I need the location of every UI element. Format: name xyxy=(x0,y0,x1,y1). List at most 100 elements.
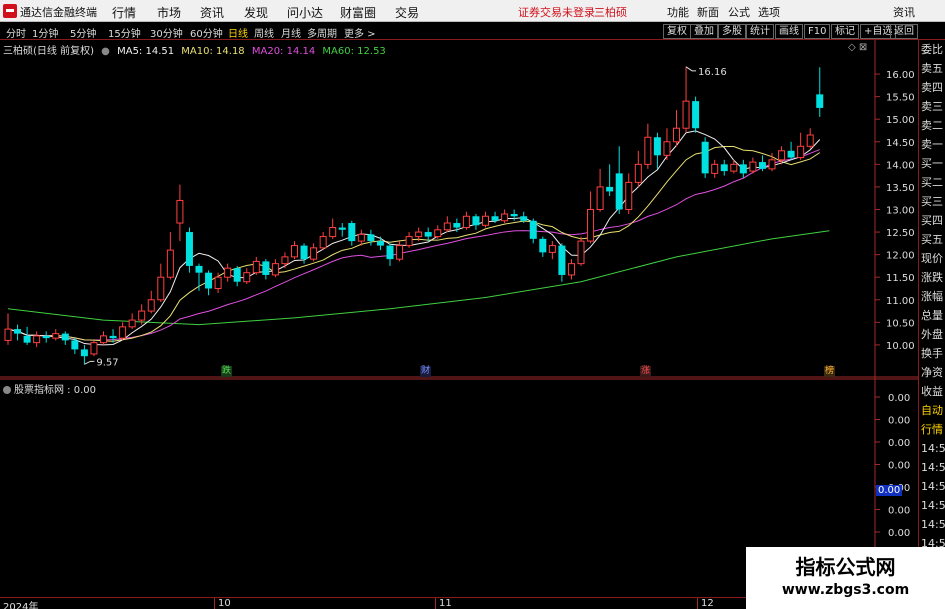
candle-down xyxy=(653,137,661,156)
time-label-2024: 2024年 xyxy=(3,602,39,609)
candle-down xyxy=(109,335,117,339)
candle-up xyxy=(119,326,127,339)
right-panel-item[interactable]: 涨幅 xyxy=(919,287,945,306)
high-price-label: 16.16 xyxy=(698,67,727,78)
right-panel-item[interactable]: 14:5 xyxy=(919,496,945,515)
candle-up xyxy=(396,245,404,260)
time-tick xyxy=(214,598,215,609)
candle-down xyxy=(539,238,547,253)
right-panel-item[interactable]: 涨跌 xyxy=(919,268,945,287)
right-panel-item[interactable]: 收益 xyxy=(919,382,945,401)
sub-tick-label: 0.00 xyxy=(888,528,910,539)
candle-down xyxy=(338,227,346,230)
time-label-11: 11 xyxy=(439,598,452,609)
kline-chart[interactable]: 16.00 15.50 15.00 14.50 14.00 13.50 13.00 12.50… xyxy=(0,0,918,597)
candle-down xyxy=(758,162,766,169)
right-panel-item[interactable]: 总量 xyxy=(919,306,945,325)
price-tick-label: 11.00 xyxy=(886,296,915,307)
right-panel-item[interactable]: 买三 xyxy=(919,192,945,211)
candle-down xyxy=(520,216,528,221)
candle-up xyxy=(501,213,509,222)
candle-up xyxy=(252,260,260,274)
candle-up xyxy=(768,159,776,170)
candle-up xyxy=(147,299,155,312)
candle-down xyxy=(71,340,79,350)
event-badge-die[interactable]: 跌 xyxy=(221,366,233,377)
price-tick-label: 14.50 xyxy=(886,138,915,149)
right-panel-item[interactable]: 换手 xyxy=(919,344,945,363)
event-badge-zhang[interactable]: 涨 xyxy=(640,366,652,377)
right-panel-item[interactable]: 外盘 xyxy=(919,325,945,344)
candle-down xyxy=(701,141,709,174)
right-panel-item[interactable]: 卖二 xyxy=(919,116,945,135)
candle-up xyxy=(806,134,814,147)
sub-indicator-label: 股票指标网 : 0.00 xyxy=(14,385,96,396)
right-panel-item[interactable]: 现价 xyxy=(919,249,945,268)
candle-up xyxy=(243,272,251,283)
indicator-settings-icon[interactable] xyxy=(3,386,11,394)
sub-tick-label: 0.00 xyxy=(888,461,910,472)
candle-down xyxy=(816,94,824,108)
high-pointer xyxy=(685,66,697,72)
price-tick-label: 10.50 xyxy=(886,318,915,329)
candle-up xyxy=(310,247,318,260)
price-tick-label: 10.00 xyxy=(886,341,915,352)
event-badge-bang[interactable]: 榜 xyxy=(824,366,836,377)
candle-up xyxy=(625,181,633,210)
event-badge-cai[interactable]: 财 xyxy=(420,366,432,377)
right-panel-item[interactable]: 买一 xyxy=(919,154,945,173)
right-panel-item[interactable]: 行情 xyxy=(919,420,945,439)
candle-up xyxy=(405,236,413,247)
candle-up xyxy=(281,256,289,265)
ma10-line xyxy=(7,146,821,342)
right-panel-item[interactable]: 卖三 xyxy=(919,97,945,116)
candle-up xyxy=(778,150,786,161)
candle-down xyxy=(529,220,537,239)
right-panel-item[interactable]: 买四 xyxy=(919,211,945,230)
low-price-label: 9.57 xyxy=(96,357,118,368)
candle-down xyxy=(23,335,31,343)
candle-up xyxy=(157,276,165,301)
ma60-line xyxy=(7,230,830,326)
candle-up xyxy=(577,240,585,265)
right-panel-item[interactable]: 净资 xyxy=(919,363,945,382)
candle-down xyxy=(61,333,69,341)
right-panel-item[interactable]: 买五 xyxy=(919,230,945,249)
ma60-line-group xyxy=(7,230,830,326)
right-panel-item[interactable]: 卖一 xyxy=(919,135,945,154)
right-panel-item[interactable]: 买二 xyxy=(919,173,945,192)
candle-up xyxy=(482,215,489,226)
candle-down xyxy=(185,232,193,266)
right-panel-item[interactable]: 14:5 xyxy=(919,458,945,477)
candle-up xyxy=(682,100,690,129)
right-panel-item[interactable]: 卖五 xyxy=(919,59,945,78)
right-panel-item[interactable]: 委比 xyxy=(919,40,945,59)
sub-current-value: 0.00 xyxy=(876,485,903,496)
candle-up xyxy=(443,222,451,231)
candle-up xyxy=(100,335,107,344)
right-panel-item[interactable]: 卖四 xyxy=(919,78,945,97)
candle-down xyxy=(80,349,88,357)
candle-up xyxy=(730,163,738,172)
candle-up xyxy=(415,231,423,238)
candle-down xyxy=(453,223,461,228)
candle-up xyxy=(711,163,719,174)
candle-down xyxy=(376,241,384,246)
right-panel-item[interactable]: 14:5 xyxy=(919,515,945,534)
candle-up xyxy=(567,263,575,276)
sub-tick-label: 0.00 xyxy=(888,416,910,427)
right-panel-item[interactable]: 14:5 xyxy=(919,439,945,458)
price-tick-label: 13.00 xyxy=(886,205,915,216)
candle-up xyxy=(214,276,222,289)
candle-down xyxy=(367,234,375,242)
candle-down xyxy=(386,245,394,260)
price-tick-label: 12.00 xyxy=(886,251,915,262)
candle-up xyxy=(33,335,41,344)
right-panel-item[interactable]: 14:5 xyxy=(919,477,945,496)
candle-down xyxy=(205,272,213,289)
candle-up xyxy=(291,245,298,258)
time-label-10: 10 xyxy=(218,598,231,609)
candle-down xyxy=(472,216,480,226)
right-panel-item[interactable]: 自动 xyxy=(919,401,945,420)
sub-axis-ticks: 0.000.000.000.000.000.000.000.00 xyxy=(875,393,910,562)
